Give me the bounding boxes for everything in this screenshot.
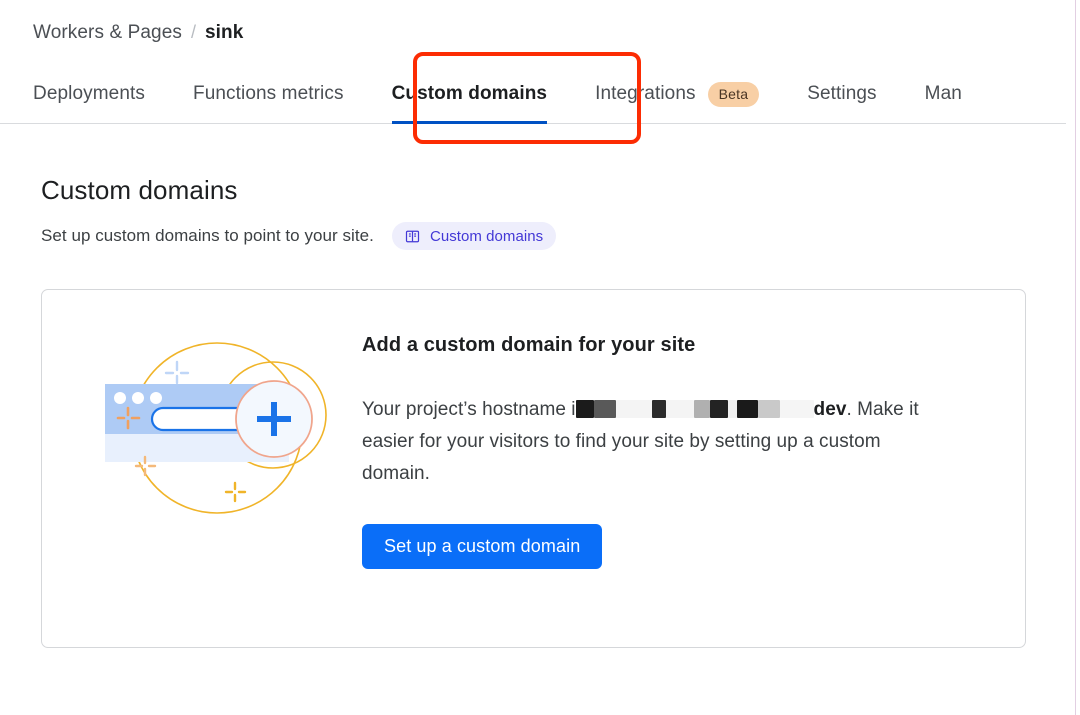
redacted-hostname-block	[779, 399, 814, 418]
tab-deployments[interactable]: Deployments	[33, 64, 145, 124]
tab-list: Deployments Functions metrics Custom dom…	[33, 64, 962, 124]
page-title: Custom domains	[41, 175, 238, 205]
custom-domains-page: Workers & Pages / sink Deployments Funct…	[0, 0, 1080, 715]
breadcrumb-separator: /	[190, 22, 196, 42]
tab-settings[interactable]: Settings	[807, 64, 876, 124]
breadcrumb-parent-link[interactable]: Workers & Pages	[33, 20, 182, 46]
redacted-hostname-block	[651, 399, 666, 418]
tab-manage-truncated[interactable]: Man	[925, 64, 962, 124]
tab-label: Custom domains	[391, 83, 548, 104]
tab-label: Functions metrics	[192, 83, 344, 104]
card-body-bold: dev	[813, 399, 847, 420]
tab-functions-metrics[interactable]: Functions metrics	[193, 64, 344, 124]
card-body: Your project’s hostname i dev. Make it ea…	[362, 394, 940, 490]
redacted-hostname-block	[757, 399, 780, 418]
add-custom-domain-illustration	[97, 320, 337, 550]
tab-custom-domains[interactable]: Custom domains	[391, 64, 548, 124]
tab-label: Integrations	[595, 83, 696, 104]
card-text-column: Add a custom domain for your site Your p…	[362, 332, 962, 490]
card-body-prefix: Your project’s hostname i	[362, 399, 576, 420]
tab-label: Settings	[807, 83, 877, 104]
redacted-hostname-block	[727, 399, 737, 418]
breadcrumb-current: sink	[205, 22, 244, 43]
redacted-hostname-block	[575, 399, 594, 418]
set-up-custom-domain-button[interactable]: Set up a custom domain	[362, 524, 603, 569]
card-heading: Add a custom domain for your site	[362, 334, 696, 356]
redacted-hostname-block	[736, 399, 758, 418]
breadcrumb: Workers & Pages / sink	[33, 19, 243, 46]
beta-badge: Beta	[707, 81, 760, 107]
documentation-pill[interactable]: Custom domains	[391, 222, 557, 250]
tab-label: Man	[924, 83, 962, 104]
redacted-hostname-block	[693, 399, 710, 418]
page-subtitle: Set up custom domains to point to your s…	[41, 226, 374, 245]
documentation-pill-label: Custom domains	[429, 227, 544, 245]
tab-bar: Deployments Functions metrics Custom dom…	[0, 64, 1066, 124]
redacted-hostname-block	[709, 399, 728, 418]
tab-integrations[interactable]: Integrations Beta	[595, 64, 760, 124]
redacted-hostname-block	[615, 399, 652, 418]
redacted-hostname-block	[665, 399, 694, 418]
empty-state-card: Add a custom domain for your site Your p…	[41, 289, 1026, 648]
subtitle-row: Set up custom domains to point to your s…	[41, 222, 557, 250]
book-icon	[405, 229, 420, 244]
tab-label: Deployments	[33, 83, 145, 104]
redacted-hostname-block	[593, 399, 616, 418]
page-right-edge	[1075, 0, 1076, 715]
